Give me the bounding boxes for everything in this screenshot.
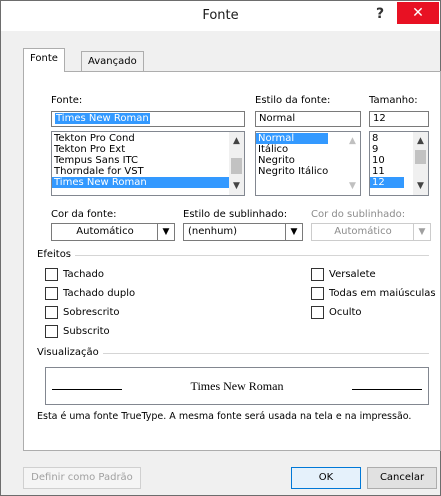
tab-fonte[interactable]: Fonte <box>23 48 65 72</box>
small-caps-label: Versalete <box>329 269 376 280</box>
cancel-button[interactable]: Cancelar <box>367 467 437 489</box>
tab-avancado-label: Avançado <box>88 56 137 67</box>
scroll-up-icon[interactable]: ▲ <box>229 134 244 148</box>
size-label: Tamanho: <box>369 95 418 106</box>
double-strikethrough-checkbox[interactable]: Tachado duplo <box>45 287 135 300</box>
size-item-selected[interactable]: 12 <box>370 177 404 188</box>
font-list-scrollbar[interactable]: ▲ ▼ <box>229 132 244 195</box>
subscript-label: Subscrito <box>63 326 110 337</box>
font-list-item[interactable]: Tempus Sans ITC <box>52 155 244 166</box>
chevron-down-icon: ▼ <box>413 224 430 240</box>
font-color-select[interactable]: Automático ▼ <box>51 223 175 241</box>
double-strikethrough-label: Tachado duplo <box>63 288 136 299</box>
checkbox-box[interactable] <box>311 287 324 300</box>
hidden-checkbox[interactable]: Oculto <box>311 306 362 319</box>
underline-color-select[interactable]: Automático ▼ <box>311 223 431 241</box>
preview-title: Visualização <box>37 347 103 358</box>
checkbox-box[interactable] <box>311 268 324 281</box>
checkbox-box[interactable] <box>45 268 58 281</box>
size-list[interactable]: 8 9 10 11 12 ▲ ▼ <box>369 131 429 196</box>
font-style-list[interactable]: Normal Itálico Negrito Negrito Itálico ▲… <box>255 131 361 196</box>
font-color-label: Cor da fonte: <box>51 209 117 220</box>
underline-style-label: Estilo de sublinhado: <box>183 209 288 220</box>
font-name-input[interactable]: Times New Roman <box>51 111 245 127</box>
close-button[interactable]: ✕ <box>397 2 439 24</box>
all-caps-label: Todas em maiúsculas <box>329 288 436 299</box>
chevron-down-icon[interactable]: ▼ <box>157 224 174 240</box>
scroll-down-icon[interactable]: ▼ <box>229 179 244 193</box>
preview-sample-text: Times New Roman <box>190 379 284 393</box>
scroll-down-icon[interactable]: ▼ <box>345 179 360 193</box>
superscript-checkbox[interactable]: Sobrescrito <box>45 306 120 319</box>
font-label: Fonte: <box>51 95 83 106</box>
strikethrough-label: Tachado <box>63 269 105 280</box>
chevron-down-icon[interactable]: ▼ <box>285 224 302 240</box>
size-input[interactable]: 12 <box>369 111 429 127</box>
small-caps-checkbox[interactable]: Versalete <box>311 268 376 281</box>
subscript-checkbox[interactable]: Subscrito <box>45 325 110 338</box>
scroll-up-icon[interactable]: ▲ <box>413 134 428 148</box>
all-caps-checkbox[interactable]: Todas em maiúsculas <box>311 287 436 300</box>
font-list-item[interactable]: Tekton Pro Cond <box>52 133 244 144</box>
font-dialog: Fonte ? ✕ Fonte Avançado Fonte: Times Ne… <box>0 0 441 496</box>
font-list-item-selected[interactable]: Times New Roman <box>52 177 244 188</box>
font-list-item[interactable]: Tekton Pro Ext <box>52 144 244 155</box>
font-style-scrollbar[interactable]: ▲ ▼ <box>345 132 360 195</box>
underline-color-label: Cor do sublinhado: <box>311 209 406 220</box>
underline-style-select[interactable]: (nenhum) ▼ <box>183 223 303 241</box>
ok-button[interactable]: OK <box>291 467 361 489</box>
size-value: 12 <box>373 113 386 124</box>
font-style-item-selected[interactable]: Normal <box>256 133 328 144</box>
font-list-item[interactable]: Thorndale for VST <box>52 166 244 177</box>
scroll-up-icon[interactable]: ▲ <box>345 134 360 148</box>
font-style-value: Normal <box>259 113 296 124</box>
underline-style-value: (nenhum) <box>188 226 238 237</box>
effects-title: Efeitos <box>37 249 76 260</box>
checkbox-box[interactable] <box>45 306 58 319</box>
tab-avancado[interactable]: Avançado <box>81 51 144 72</box>
scroll-thumb[interactable] <box>231 158 242 174</box>
checkbox-box[interactable] <box>45 325 58 338</box>
preview-line-right <box>352 389 422 390</box>
effects-divider <box>37 255 429 256</box>
checkbox-box[interactable] <box>311 306 324 319</box>
superscript-label: Sobrescrito <box>63 307 120 318</box>
strikethrough-checkbox[interactable]: Tachado <box>45 268 104 281</box>
scroll-down-icon[interactable]: ▼ <box>413 179 428 193</box>
scroll-thumb[interactable] <box>415 150 426 164</box>
font-style-input[interactable]: Normal <box>255 111 361 127</box>
underline-color-value: Automático <box>334 226 392 237</box>
checkbox-box[interactable] <box>45 287 58 300</box>
hidden-label: Oculto <box>329 307 362 318</box>
help-button[interactable]: ? <box>368 5 392 25</box>
preview-box: Times New Roman <box>45 367 429 405</box>
font-style-label: Estilo da fonte: <box>255 95 331 106</box>
size-list-scrollbar[interactable]: ▲ ▼ <box>413 132 428 195</box>
font-name-value: Times New Roman <box>55 113 150 124</box>
font-list[interactable]: Tekton Pro Cond Tekton Pro Ext Tempus Sa… <box>51 131 245 196</box>
font-color-value: Automático <box>76 226 134 237</box>
truetype-note: Esta é uma fonte TrueType. A mesma fonte… <box>37 411 412 422</box>
tab-fonte-label: Fonte <box>30 53 58 64</box>
title-bar: Fonte ? ✕ <box>1 1 440 31</box>
set-default-button[interactable]: Definir como Padrão <box>23 467 141 489</box>
